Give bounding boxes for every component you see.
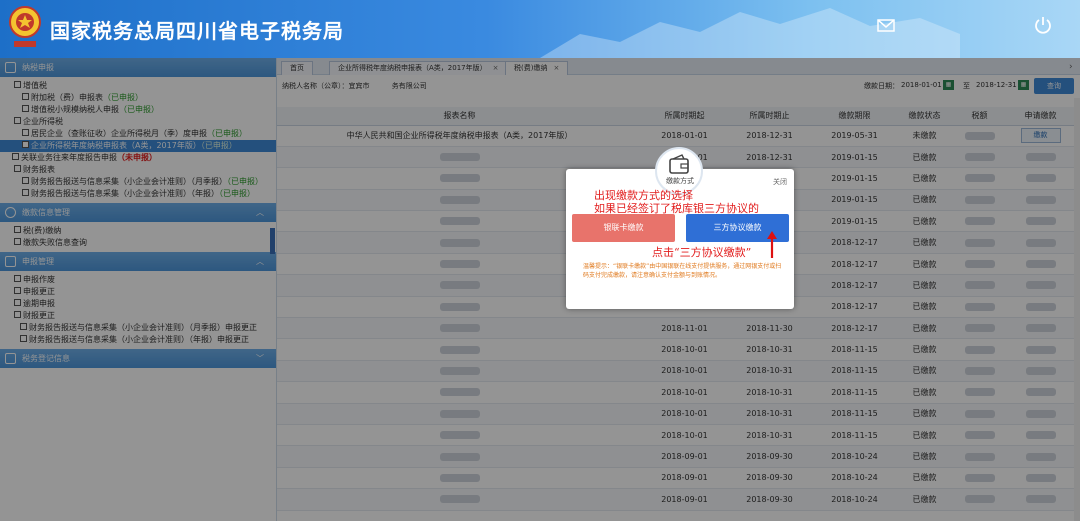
mail-icon[interactable] (875, 14, 897, 36)
tax-emblem-icon (9, 6, 41, 47)
power-icon[interactable] (1032, 14, 1054, 36)
red-arrow-icon (767, 231, 777, 258)
site-header: 国家税务总局四川省电子税务局 (0, 0, 1080, 58)
dialog-title: 缴款方式 (666, 177, 694, 185)
modal-overlay[interactable] (0, 58, 1080, 521)
unionpay-card-payment-button[interactable]: 银联卡缴款 (572, 214, 675, 242)
site-title: 国家税务总局四川省电子税务局 (50, 19, 344, 43)
dialog-close-button[interactable]: 关闭 (773, 177, 787, 187)
annotation-text: 点击“三方协议缴款” (652, 246, 752, 259)
great-wall-decoration (540, 8, 960, 58)
dialog-notice: 温馨提示：“银联卡缴款”由中国银联在线支付提供服务，通过网银支付或扫码支付完成缴… (583, 263, 782, 279)
